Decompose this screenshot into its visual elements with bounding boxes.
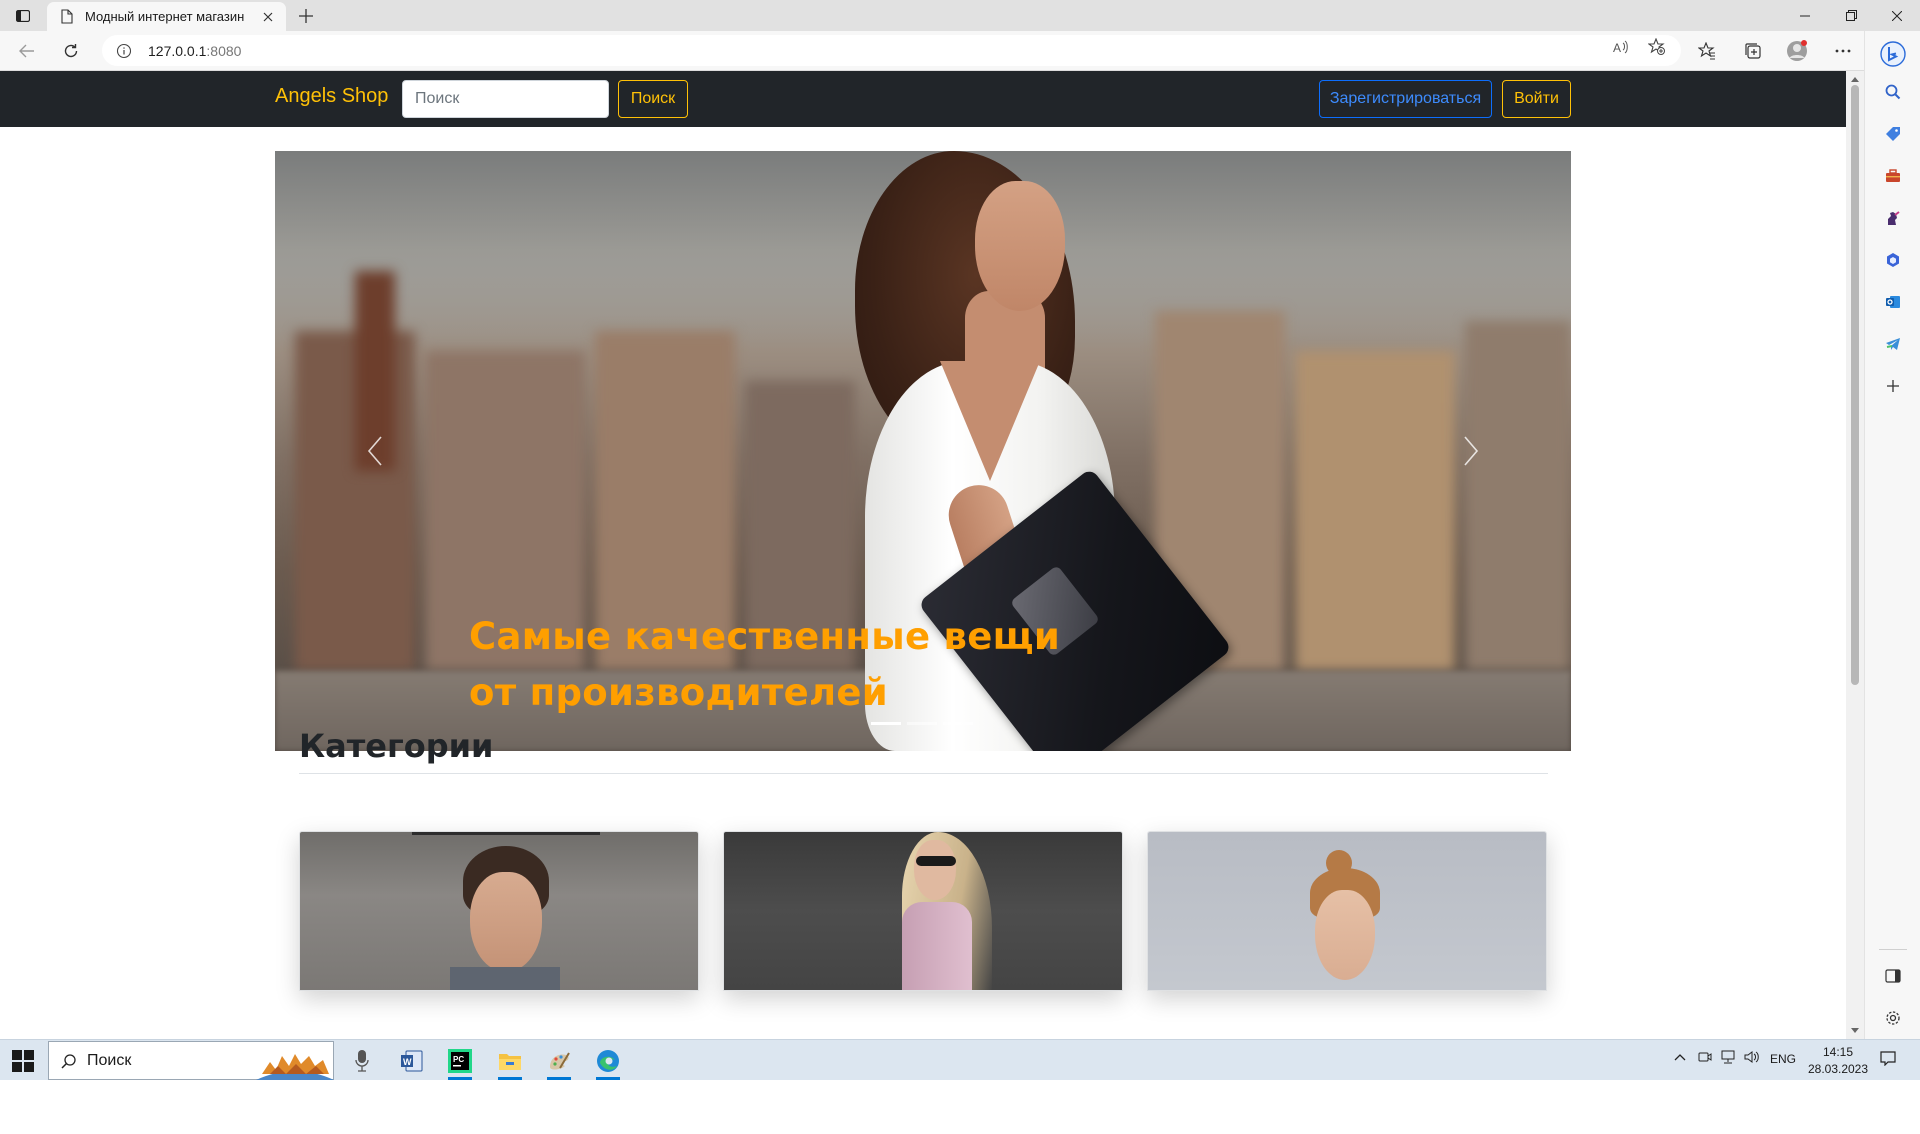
category-card[interactable] xyxy=(1147,831,1547,991)
search-button[interactable]: Поиск xyxy=(618,80,688,118)
read-aloud-icon[interactable]: A xyxy=(1612,38,1630,56)
sunglasses xyxy=(916,856,956,866)
paint-icon[interactable] xyxy=(539,1044,579,1080)
svg-text:W: W xyxy=(403,1057,412,1067)
favorites-icon[interactable] xyxy=(1694,38,1720,64)
taskbar-clock[interactable]: 14:15 28.03.2023 xyxy=(1806,1044,1870,1078)
caption-line-1: Самые качественные вещи xyxy=(469,615,1061,658)
building xyxy=(1465,321,1571,671)
windows-taskbar: Поиск W PC ENG 14:15 28.03.2023 xyxy=(0,1039,1920,1080)
carousel-indicator[interactable] xyxy=(907,722,937,725)
network-icon[interactable] xyxy=(1720,1050,1736,1067)
carousel-prev-icon[interactable] xyxy=(355,421,395,481)
clock-date: 28.03.2023 xyxy=(1807,1062,1869,1076)
restore-icon[interactable] xyxy=(1828,0,1874,31)
site-navbar: Angels Shop Поиск Зарегистрироваться Вой… xyxy=(0,71,1846,127)
office-icon[interactable] xyxy=(1883,250,1903,270)
more-menu-icon[interactable] xyxy=(1830,38,1856,64)
url-field[interactable]: 127.0.0.1:8080 xyxy=(102,35,1681,66)
tab-actions-icon[interactable] xyxy=(10,5,36,27)
tray-chevron-icon[interactable] xyxy=(1674,1050,1686,1064)
clock-time: 14:15 xyxy=(1822,1045,1854,1059)
refresh-icon[interactable] xyxy=(56,37,86,65)
man-suit xyxy=(450,967,560,990)
input-language[interactable]: ENG xyxy=(1770,1052,1796,1066)
sidebar-divider xyxy=(1879,949,1907,950)
woman-face xyxy=(1315,890,1375,980)
add-icon[interactable] xyxy=(1883,376,1903,396)
file-explorer-icon[interactable] xyxy=(490,1044,530,1080)
login-button[interactable]: Войти xyxy=(1502,80,1571,118)
browser-tab-active[interactable]: Модный интернет магазин xyxy=(47,2,286,31)
address-bar-row: 127.0.0.1:8080 A xyxy=(0,31,1920,71)
telegram-icon[interactable] xyxy=(1883,334,1903,354)
settings-icon[interactable] xyxy=(1883,1008,1903,1028)
edge-browser-icon[interactable] xyxy=(588,1044,628,1080)
scroll-down-icon[interactable] xyxy=(1850,1027,1860,1035)
categories-divider xyxy=(299,773,1548,774)
collections-icon[interactable] xyxy=(1740,38,1766,64)
outlook-icon[interactable] xyxy=(1883,292,1903,312)
hero-carousel[interactable]: Самые качественные вещи от производителе… xyxy=(275,151,1571,751)
man-face xyxy=(470,872,542,972)
screen: Модный интернет магазин 127.0.0.1:8080 A… xyxy=(0,0,1920,1134)
categories-title: Категории xyxy=(299,727,494,765)
page-scrollbar[interactable] xyxy=(1846,71,1864,1039)
scroll-up-icon[interactable] xyxy=(1850,75,1860,83)
svg-text:A: A xyxy=(1613,41,1621,55)
carousel-indicators xyxy=(871,722,973,725)
site-info-icon[interactable] xyxy=(116,43,132,59)
tab-title: Модный интернет магазин xyxy=(85,9,245,24)
pycharm-icon[interactable]: PC xyxy=(440,1044,480,1080)
back-icon[interactable] xyxy=(12,37,42,65)
register-button[interactable]: Зарегистрироваться xyxy=(1319,80,1492,118)
windows-start-icon[interactable] xyxy=(12,1050,34,1072)
url-text: 127.0.0.1:8080 xyxy=(148,42,242,59)
shopping-tag-icon[interactable] xyxy=(1883,124,1903,144)
brand-logo[interactable]: Angels Shop xyxy=(275,85,388,108)
split-screen-icon[interactable] xyxy=(1883,966,1903,986)
carousel-indicator[interactable] xyxy=(943,722,973,725)
notifications-icon[interactable] xyxy=(1880,1050,1896,1069)
search-icon[interactable] xyxy=(1883,82,1903,102)
carousel-indicator[interactable] xyxy=(871,722,901,725)
taskbar-search-label: Поиск xyxy=(87,1051,132,1069)
carousel-caption: Самые качественные вещи от производителе… xyxy=(469,609,1060,721)
category-card[interactable] xyxy=(723,831,1123,991)
volume-icon[interactable] xyxy=(1744,1050,1760,1067)
browser-tab-bar: Модный интернет магазин xyxy=(0,0,1920,31)
search-icon xyxy=(61,1053,76,1069)
voice-recorder-icon[interactable] xyxy=(342,1044,382,1078)
carousel-next-icon[interactable] xyxy=(1451,421,1491,481)
caption-line-2: от производителей xyxy=(469,671,889,714)
svg-text:PC: PC xyxy=(453,1055,464,1064)
model-face xyxy=(975,181,1065,311)
close-tab-icon[interactable] xyxy=(260,9,276,25)
pink-jacket xyxy=(902,902,972,990)
woman-face xyxy=(914,840,956,900)
camera-mic-icon[interactable] xyxy=(1698,1050,1712,1067)
add-favorite-icon[interactable] xyxy=(1648,38,1666,56)
scroll-thumb[interactable] xyxy=(1851,85,1859,685)
bing-icon[interactable] xyxy=(1880,41,1906,67)
below-screen-area xyxy=(0,1080,1920,1134)
search-input[interactable] xyxy=(402,80,609,118)
search-highlight-art-icon xyxy=(256,1054,334,1080)
category-card[interactable] xyxy=(299,831,699,991)
page-viewport: Angels Shop Поиск Зарегистрироваться Вой… xyxy=(0,71,1846,1039)
page-icon xyxy=(61,9,73,24)
image-top-edge xyxy=(412,832,600,835)
tools-icon[interactable] xyxy=(1883,166,1903,186)
minimize-icon[interactable] xyxy=(1782,0,1828,31)
building xyxy=(1295,351,1455,671)
games-icon[interactable] xyxy=(1883,208,1903,228)
edge-sidebar xyxy=(1864,31,1920,1039)
new-tab-icon[interactable] xyxy=(294,4,318,28)
profile-avatar-icon[interactable] xyxy=(1784,38,1810,64)
word-icon[interactable]: W xyxy=(392,1044,432,1078)
close-window-icon[interactable] xyxy=(1874,0,1920,31)
